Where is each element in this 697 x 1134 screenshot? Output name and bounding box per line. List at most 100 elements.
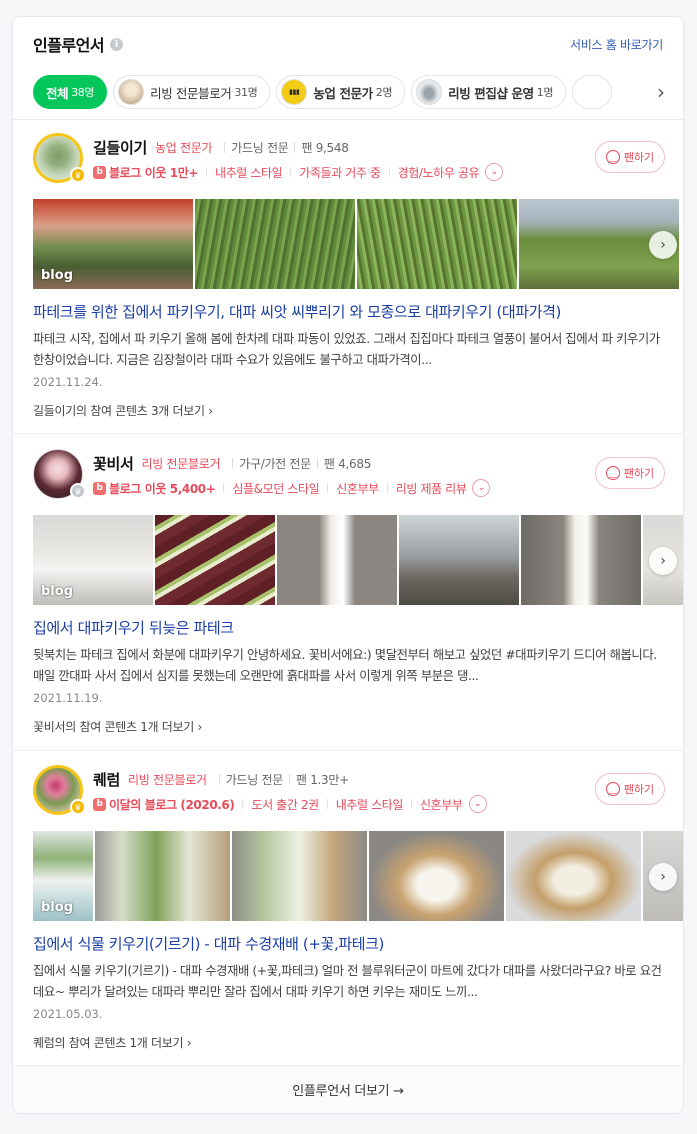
influencer-specialty: 가구/가전 전문 bbox=[239, 457, 311, 471]
divider bbox=[326, 799, 328, 809]
avatar-living-icon bbox=[118, 79, 145, 105]
service-home-link[interactable]: 서비스 홈 바로가기 bbox=[570, 36, 663, 53]
avatar-shop-icon bbox=[416, 79, 443, 105]
influencer-name[interactable]: 꽃비서 bbox=[93, 453, 134, 474]
post-thumbnail[interactable] bbox=[399, 515, 519, 605]
crown-badge-icon: ♛ bbox=[70, 167, 86, 183]
more-influencers-label: 인플루언서 더보기 → bbox=[292, 1084, 404, 1099]
influencer-entry: ♛ 길들이기 농업 전문가 가드닝 전문 팬 9,548 b 블로그 이웃 1만… bbox=[13, 119, 683, 419]
fan-button-label: 팬하기 bbox=[623, 151, 655, 164]
post-thumbnail[interactable] bbox=[357, 199, 517, 289]
badge-icon: ♛ bbox=[70, 483, 86, 499]
tag-item: 신혼부부 bbox=[420, 797, 463, 812]
divider bbox=[327, 483, 329, 493]
chevron-right-icon[interactable]: › bbox=[649, 863, 677, 891]
influencer-entry: ♛ 꽃비서 리빙 전문블로거 가구/가전 전문 팬 4,685 b 블로그 이웃… bbox=[13, 435, 683, 735]
tag-item: 이달의 블로그 (2020.6) bbox=[109, 797, 235, 812]
divider bbox=[388, 167, 390, 177]
tag-item: 블로그 이웃 5,400+ bbox=[109, 481, 216, 496]
chevron-down-icon[interactable]: ⌄ bbox=[485, 163, 504, 181]
profile-row: 퀘럼 리빙 전문블로거 가드닝 전문 팬 1.3만+ bbox=[93, 769, 349, 790]
tag-item: 심플&모던 스타일 bbox=[232, 481, 320, 496]
filter-chips: 전체 38명 리빙 전문블로거 31명 ▮▮▮ 농업 전문가 2명 리빙 편집샵… bbox=[33, 75, 673, 111]
chip-label: 농업 전문가 bbox=[313, 85, 373, 101]
chip-count: 1명 bbox=[536, 86, 554, 99]
chip-count: 31명 bbox=[234, 86, 258, 99]
smile-icon: ‿ bbox=[605, 782, 620, 796]
fan-button[interactable]: ‿ 팬하기 bbox=[595, 457, 665, 489]
post-date: 2021.05.03. bbox=[33, 1007, 103, 1021]
fan-count: 팬 9,548 bbox=[301, 141, 349, 155]
influencer-name[interactable]: 퀘럼 bbox=[93, 769, 120, 790]
post-thumbnail[interactable] bbox=[155, 515, 275, 605]
thumbnail-strip: blog bbox=[33, 199, 683, 289]
chip-count: 38명 bbox=[71, 86, 95, 99]
tag-item: 리빙 제품 리뷰 bbox=[395, 481, 467, 496]
influencer-specialty: 가드닝 전문 bbox=[225, 773, 284, 787]
post-thumbnail[interactable]: blog bbox=[33, 199, 193, 289]
blog-label: blog bbox=[41, 268, 73, 283]
fan-button[interactable]: ‿ 팬하기 bbox=[595, 141, 665, 173]
post-description[interactable]: 파테크 시작, 집에서 파 키우기 올해 봄에 한차례 대파 파동이 있었죠. … bbox=[33, 329, 665, 371]
fan-count: 팬 1.3만+ bbox=[295, 773, 349, 787]
filter-chip-living[interactable]: 리빙 전문블로거 31명 bbox=[113, 75, 271, 109]
chevron-down-icon[interactable]: ⌄ bbox=[468, 795, 487, 813]
tag-item: 경험/노하우 공유 bbox=[397, 165, 480, 180]
blog-b-icon: b bbox=[93, 481, 106, 495]
thumbnail-strip: blog bbox=[33, 515, 683, 605]
fan-button[interactable]: ‿ 팬하기 bbox=[595, 773, 665, 805]
post-thumbnail[interactable]: blog bbox=[33, 515, 153, 605]
more-content-link[interactable]: 꽃비서의 참여 콘텐츠 1개 더보기 › bbox=[33, 718, 202, 735]
crown-badge-icon: ♛ bbox=[70, 799, 86, 815]
filter-chip-partial[interactable] bbox=[572, 75, 613, 109]
post-thumbnail[interactable] bbox=[521, 515, 641, 605]
blog-label: blog bbox=[41, 900, 73, 915]
influencer-entry: ♛ 퀘럼 리빙 전문블로거 가드닝 전문 팬 1.3만+ b 이달의 블로그 (… bbox=[13, 751, 683, 1051]
post-thumbnail[interactable] bbox=[369, 831, 504, 921]
post-date: 2021.11.19. bbox=[33, 691, 103, 705]
thumbnail-strip: blog bbox=[33, 831, 683, 921]
chevron-down-icon[interactable]: ⌄ bbox=[472, 479, 491, 497]
post-description[interactable]: 집에서 식물 키우기(기르기) - 대파 수경재배 (+꽃,파테크) 얼마 전 … bbox=[33, 961, 665, 1003]
divider bbox=[13, 433, 683, 434]
filter-chip-farm[interactable]: ▮▮▮ 농업 전문가 2명 bbox=[276, 75, 406, 109]
divider bbox=[223, 483, 225, 493]
chevron-right-icon[interactable]: › bbox=[649, 547, 677, 575]
panel-header: 인플루언서 i 서비스 홈 바로가기 bbox=[33, 33, 663, 55]
keyword-tags: b 이달의 블로그 (2020.6) 도서 출간 2권 내추럴 스타일 신혼부부… bbox=[93, 795, 487, 813]
more-content-label: 퀘럼의 참여 콘텐츠 1개 더보기 bbox=[33, 1036, 184, 1050]
profile-row: 길들이기 농업 전문가 가드닝 전문 팬 9,548 bbox=[93, 137, 349, 158]
tag-item: 내추럴 스타일 bbox=[215, 165, 283, 180]
divider bbox=[218, 774, 220, 785]
post-title[interactable]: 파테크를 위한 집에서 파키우기, 대파 씨앗 씨뿌리기 와 모종으로 대파키우… bbox=[33, 301, 669, 322]
influencer-type: 리빙 전문블로거 bbox=[141, 457, 221, 471]
keyword-tags: b 블로그 이웃 1만+ 내추럴 스타일 가족들과 거주 중 경험/노하우 공유… bbox=[93, 163, 504, 181]
more-content-link[interactable]: 길들이기의 참여 콘텐츠 3개 더보기 › bbox=[33, 402, 213, 419]
more-content-link[interactable]: 퀘럼의 참여 콘텐츠 1개 더보기 › bbox=[33, 1034, 192, 1051]
info-icon[interactable]: i bbox=[110, 37, 124, 51]
post-thumbnail[interactable] bbox=[232, 831, 367, 921]
post-title[interactable]: 집에서 대파키우기 뒤늦은 파테크 bbox=[33, 617, 669, 638]
filter-chip-shop[interactable]: 리빙 편집샵 운영 1명 bbox=[411, 75, 567, 109]
more-influencers-button[interactable]: 인플루언서 더보기 → bbox=[13, 1065, 683, 1113]
post-title[interactable]: 집에서 식물 키우기(기르기) - 대파 수경재배 (+꽃,파테크) bbox=[33, 933, 669, 954]
panel-title: 인플루언서 bbox=[33, 36, 105, 55]
post-date: 2021.11.24. bbox=[33, 375, 103, 389]
post-description[interactable]: 뒷북치는 파테크 집에서 화분에 대파키우기 안녕하세요. 꽃비서에요:) 몇달… bbox=[33, 645, 665, 687]
post-thumbnail[interactable] bbox=[195, 199, 355, 289]
filter-chip-all[interactable]: 전체 38명 bbox=[33, 75, 108, 109]
post-thumbnail[interactable] bbox=[95, 831, 230, 921]
post-thumbnail[interactable]: blog bbox=[33, 831, 93, 921]
divider bbox=[206, 167, 208, 177]
blog-b-icon: b bbox=[93, 165, 106, 179]
chevron-right-icon[interactable]: › bbox=[649, 231, 677, 259]
influencer-type: 리빙 전문블로거 bbox=[128, 773, 207, 787]
post-thumbnail[interactable] bbox=[277, 515, 397, 605]
tag-item: 도서 출간 2권 bbox=[251, 797, 319, 812]
more-content-label: 길들이기의 참여 콘텐츠 3개 더보기 bbox=[33, 404, 205, 418]
more-content-label: 꽃비서의 참여 콘텐츠 1개 더보기 bbox=[33, 720, 195, 734]
chip-label: 리빙 편집샵 운영 bbox=[448, 85, 534, 101]
chevron-right-icon[interactable]: › bbox=[643, 75, 679, 109]
post-thumbnail[interactable] bbox=[506, 831, 641, 921]
influencer-name[interactable]: 길들이기 bbox=[93, 137, 147, 158]
